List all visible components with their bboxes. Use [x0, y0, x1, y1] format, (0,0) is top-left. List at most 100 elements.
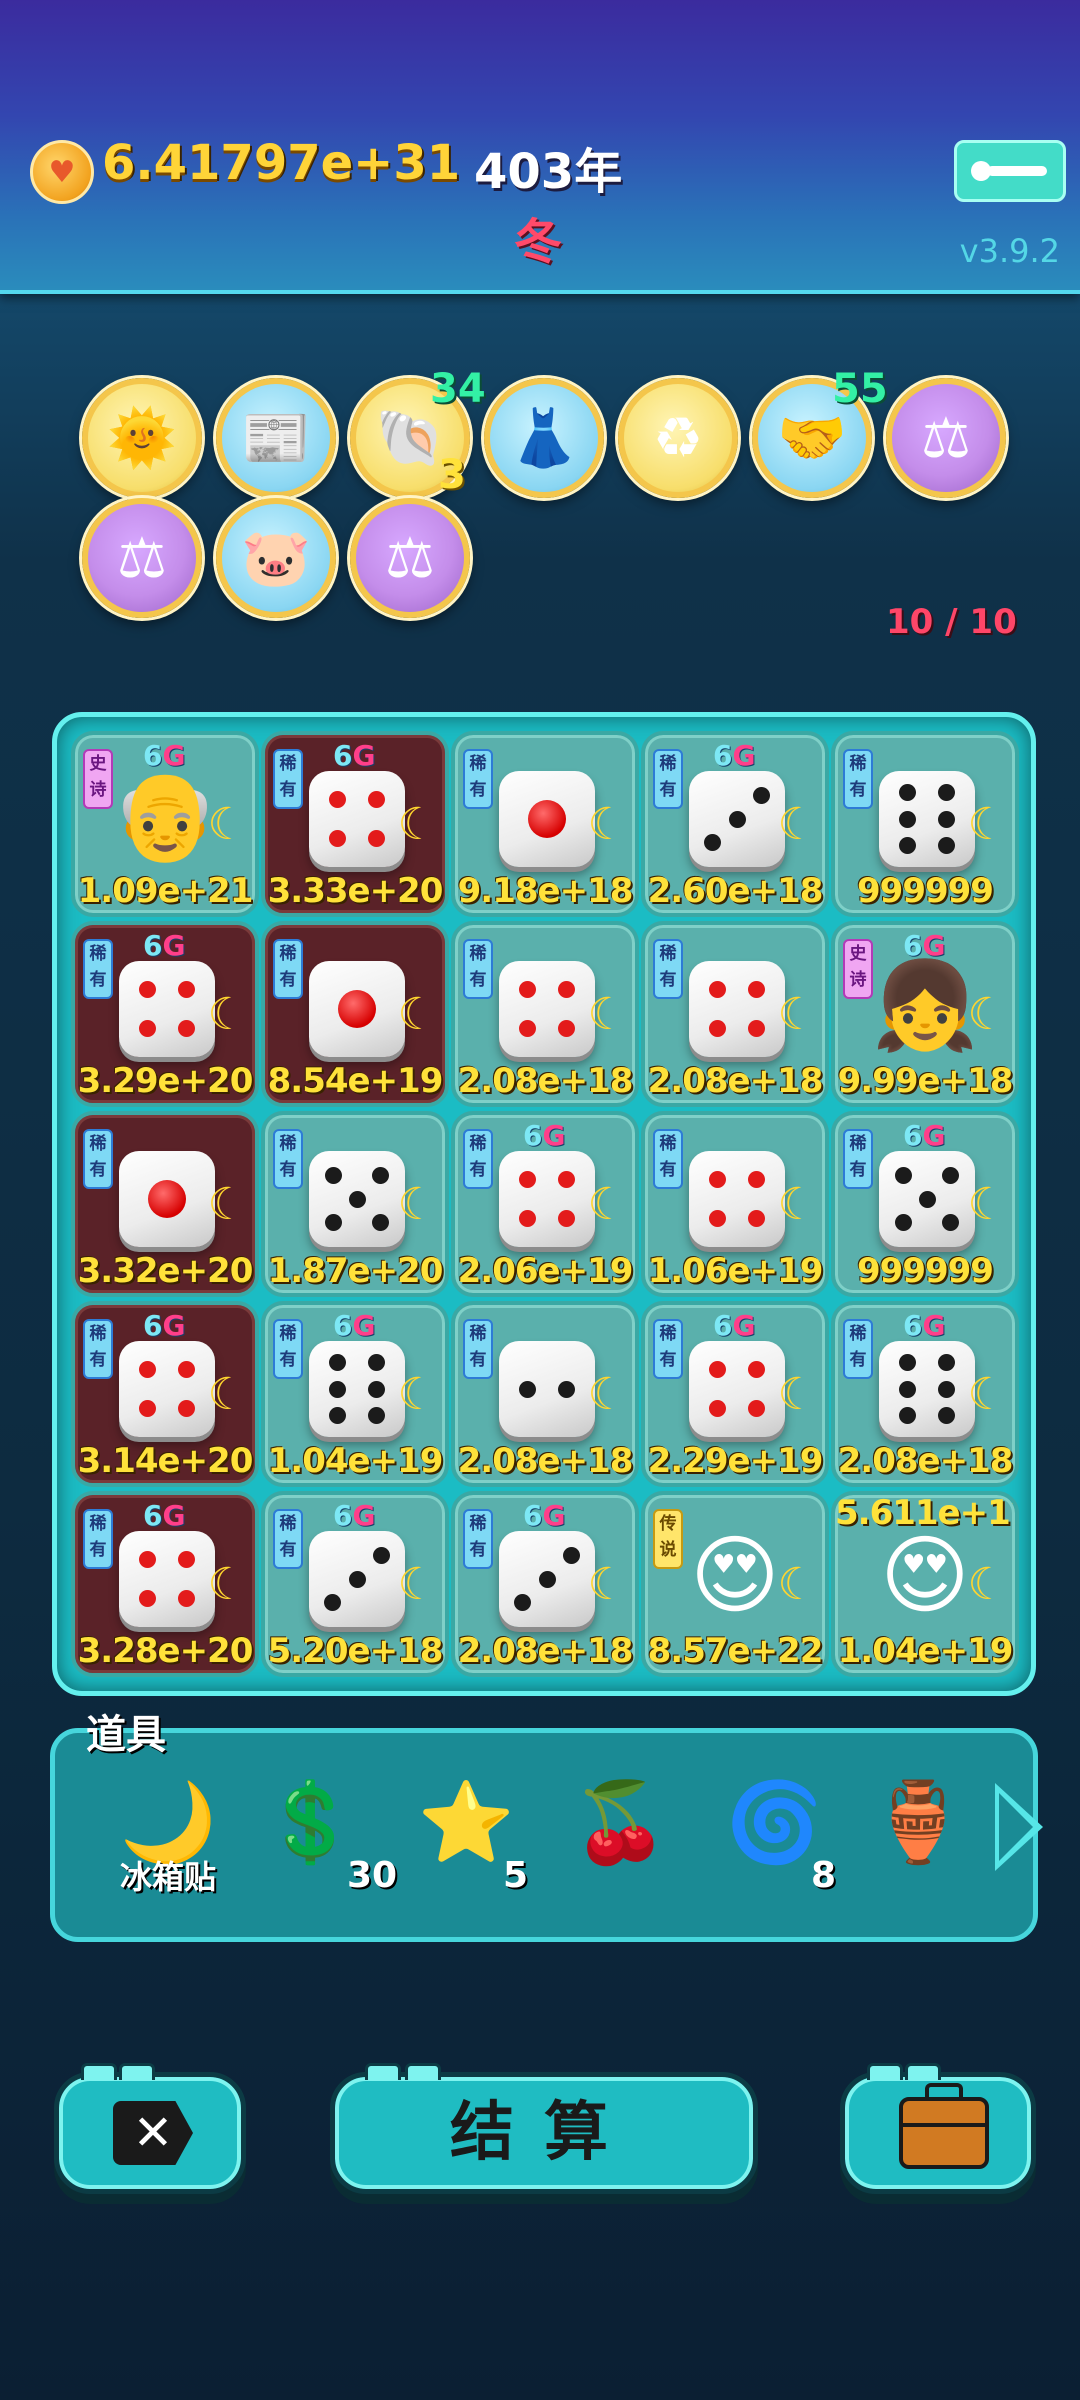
die-6-icon: [879, 771, 975, 867]
die-pip: [513, 1593, 531, 1611]
dice-cell[interactable]: 稀有 ☾ 9.18e+18: [451, 731, 639, 917]
six-g-label: 6G: [903, 1119, 946, 1152]
cell-value: 3.29e+20: [77, 1061, 254, 1101]
dice-cell[interactable]: 稀有 6G ☾ 3.29e+20: [71, 921, 259, 1107]
rarity-tag: 稀有: [273, 1129, 303, 1189]
moon-icon: ☾: [587, 989, 627, 1040]
delete-button[interactable]: ✕: [54, 2063, 246, 2194]
settle-button[interactable]: 结算: [330, 2063, 758, 2194]
moon-icon: ☾: [207, 1559, 247, 1610]
die-pip: [899, 837, 917, 855]
items-title: 道具: [86, 1712, 166, 1758]
dice-cell[interactable]: 稀有 ☾ 8.54e+19: [261, 921, 449, 1107]
dice-cell[interactable]: 稀有 6G ☾ 3.14e+20: [71, 1301, 259, 1487]
die-pip: [325, 1213, 343, 1231]
die-1-icon: [119, 1151, 215, 1247]
dice-cell[interactable]: 稀有 6G ☾ 2.08e+18: [831, 1301, 1019, 1487]
die-pip: [139, 1399, 157, 1417]
die-pip: [941, 1213, 959, 1231]
handshake-icon-glyph: 🤝: [777, 406, 847, 471]
shell-icon-glyph: 🐚: [375, 406, 445, 471]
die-pip: [139, 981, 157, 999]
dice-cell[interactable]: 稀有 6G ☾ 3.33e+20: [261, 731, 449, 917]
dice-cell[interactable]: 史诗 6G 👧 ☾ 9.99e+18: [831, 921, 1019, 1107]
key-button[interactable]: [954, 140, 1066, 202]
cell-value: 999999: [857, 871, 994, 911]
fridge-magnet-icon[interactable]: 🌙 冰箱贴: [113, 1773, 223, 1896]
cell-value: 9.18e+18: [457, 871, 634, 911]
scale-arrow-icon[interactable]: ⚖: [350, 498, 470, 618]
recycle-icon[interactable]: ♻: [618, 378, 738, 498]
moon-icon: ☾: [967, 1179, 1007, 1230]
die-pip: [557, 1209, 575, 1227]
scale-arrow-icon[interactable]: ⚖: [82, 498, 202, 618]
die-pip: [348, 1190, 366, 1208]
jade-vase-icon-glyph: 🏺: [869, 1778, 967, 1868]
die-pip: [367, 1407, 385, 1425]
dice-cell[interactable]: 稀有 6G ☾ 999999: [831, 1111, 1019, 1297]
dice-cell[interactable]: 稀有 ☾ 2.08e+18: [641, 921, 829, 1107]
fridge-magnet-icon-glyph: 🌙: [119, 1778, 217, 1868]
cell-value: 3.33e+20: [267, 871, 444, 911]
moon-icon: ☾: [397, 1559, 437, 1610]
items-panel: 🌙 冰箱贴 💲 30 ⭐ 5 🍒 🌀 8 🏺: [50, 1728, 1043, 1942]
cell-value: 1.87e+20: [267, 1251, 444, 1291]
rarity-tag: 稀有: [653, 1319, 683, 1379]
dice-cell[interactable]: 稀有 ☾ 2.08e+18: [451, 1301, 639, 1487]
backspace-icon: ✕: [113, 2101, 193, 2165]
cell-value: 2.08e+18: [647, 1061, 824, 1101]
die-pip: [937, 1353, 955, 1371]
jade-vase-icon[interactable]: 🏺: [863, 1773, 973, 1893]
magazine-icon[interactable]: 📰: [216, 378, 336, 498]
dice-cell[interactable]: 稀有 6G ☾ 2.60e+18: [641, 731, 829, 917]
dice-cell[interactable]: 稀有 ☾ 3.32e+20: [71, 1111, 259, 1297]
dice-cell[interactable]: 稀有 ☾ 1.87e+20: [261, 1111, 449, 1297]
die-pip: [329, 791, 347, 809]
scale-arrow-icon[interactable]: ⚖: [886, 378, 1006, 498]
dice-cell[interactable]: 稀有 6G ☾ 2.29e+19: [641, 1301, 829, 1487]
dice-cell[interactable]: 史诗 6G 👴 ☾ 1.09e+21: [71, 731, 259, 917]
cell-value: 3.28e+20: [77, 1631, 254, 1671]
dice-cell[interactable]: 稀有 6G ☾ 2.08e+18: [451, 1491, 639, 1677]
die-pip: [329, 1407, 347, 1425]
die-pip: [895, 1167, 913, 1185]
die-pip: [747, 1019, 765, 1037]
die-pip: [899, 1407, 917, 1425]
moon-icon: ☾: [587, 1369, 627, 1420]
die-pip: [899, 810, 917, 828]
die-pip: [557, 1019, 575, 1037]
moon-icon: ☾: [207, 799, 247, 850]
dice-cell[interactable]: 传说 😍 ☾ 8.57e+22: [641, 1491, 829, 1677]
slot-counter: 10 / 10: [886, 602, 1017, 642]
lychee-icon[interactable]: 🍒: [565, 1773, 675, 1893]
inventory-button[interactable]: [840, 2063, 1036, 2194]
coin-dollar-icon-glyph: 💲: [261, 1778, 359, 1868]
dice-cell[interactable]: 稀有 ☾ 999999: [831, 731, 1019, 917]
die-pip: [139, 1589, 157, 1607]
button-cap: [81, 2063, 117, 2080]
skirt-icon[interactable]: 👗: [484, 378, 604, 498]
piggy-bank-icon[interactable]: 🐷: [216, 498, 336, 618]
year-label: 403年: [474, 144, 623, 200]
six-g-label: 6G: [143, 929, 186, 962]
badge-count: 55: [832, 366, 888, 412]
dice-cell[interactable]: 稀有 ☾ 1.06e+19: [641, 1111, 829, 1297]
die-pip: [519, 981, 537, 999]
season-label: 冬: [514, 214, 563, 270]
dice-cell[interactable]: 稀有 6G ☾ 5.20e+18: [261, 1491, 449, 1677]
die-pip: [899, 1380, 917, 1398]
moon-icon: ☾: [397, 989, 437, 1040]
star-icon-glyph: ⭐: [417, 1778, 515, 1868]
item-count: 30: [347, 1855, 398, 1896]
dice-cell[interactable]: 稀有 6G ☾ 1.04e+19: [261, 1301, 449, 1487]
rarity-tag: 稀有: [463, 1509, 493, 1569]
cell-value: 2.08e+18: [837, 1441, 1014, 1481]
dice-cell[interactable]: 稀有 ☾ 2.08e+18: [451, 921, 639, 1107]
cell-value: 8.54e+19: [267, 1061, 444, 1101]
dice-cell[interactable]: 稀有 6G ☾ 3.28e+20: [71, 1491, 259, 1677]
sun-cookie-icon[interactable]: 🌞: [82, 378, 202, 498]
rarity-tag: 稀有: [463, 1319, 493, 1379]
die-pip: [139, 1551, 157, 1569]
dice-cell[interactable]: 稀有 6G ☾ 2.06e+19: [451, 1111, 639, 1297]
dice-cell[interactable]: 😍 ☾ 5.611e+17 1.04e+19: [831, 1491, 1019, 1677]
